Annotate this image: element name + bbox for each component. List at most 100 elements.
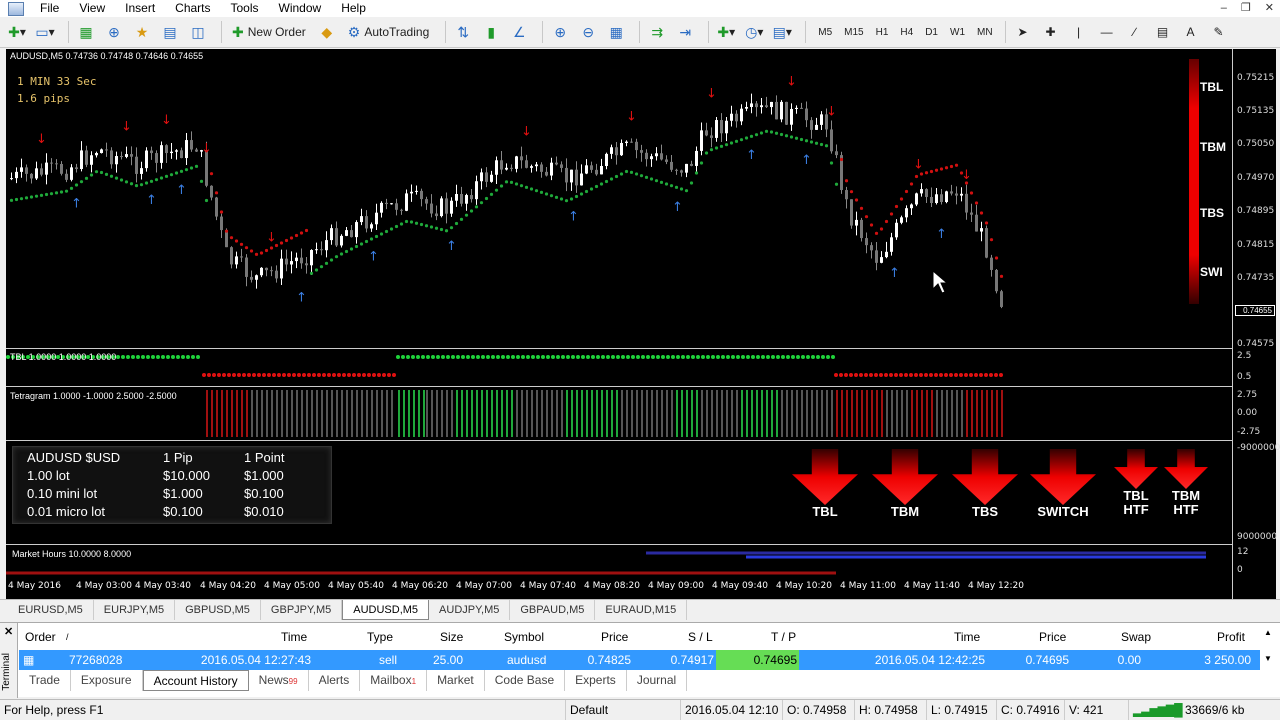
terminal-tab[interactable]: Trade [19, 670, 71, 691]
candle [805, 108, 808, 121]
histogram-bar [306, 390, 308, 437]
profiles-button[interactable]: ▭ ▾ [34, 21, 56, 43]
col-close-price[interactable]: Price [1039, 627, 1066, 647]
periods-button[interactable]: ◷ ▾ [743, 21, 765, 43]
col-type[interactable]: Type [367, 627, 393, 647]
timeframe-m15[interactable]: M15 [838, 27, 869, 38]
scroll-up-icon[interactable]: ▲ [1264, 627, 1276, 639]
menu-help[interactable]: Help [331, 0, 376, 17]
new-order-button[interactable]: ✚ New Order [228, 21, 310, 43]
autoscroll-button[interactable]: ⇉ [646, 21, 668, 43]
tetragram-pane[interactable] [6, 387, 1232, 440]
menu-view[interactable]: View [69, 0, 115, 17]
chart-tab[interactable]: GBPJPY,M5 [261, 600, 343, 620]
minimize-icon[interactable]: – [1221, 0, 1227, 17]
terminal-tab[interactable]: Exposure [71, 670, 143, 691]
chart-tab[interactable]: GBPUSD,M5 [175, 600, 261, 620]
terminal-tab[interactable]: Mailbox1 [360, 670, 428, 691]
text-tool[interactable]: A [1180, 21, 1202, 43]
time-axis[interactable]: 4 May 2016 4 May 03:00 4 May 03:40 4 May 04… [6, 579, 1232, 599]
chart-tab[interactable]: EURAUD,M15 [595, 600, 688, 620]
terminal-tab[interactable]: Code Base [485, 670, 566, 691]
col-swap[interactable]: Swap [1121, 627, 1151, 647]
data-window-button[interactable]: ⊕ [103, 21, 125, 43]
timeframe-mn[interactable]: MN [971, 27, 999, 38]
terminal-tab[interactable]: Account History [142, 670, 249, 691]
trend-dot [504, 180, 509, 184]
timeframe-d1[interactable]: D1 [919, 27, 944, 38]
menu-charts[interactable]: Charts [165, 0, 220, 17]
vertical-line-tool[interactable]: | [1068, 21, 1090, 43]
chart-shift-button[interactable]: ⇥ [674, 21, 696, 43]
terminal-tab[interactable]: Market [427, 670, 485, 691]
timeframe-w1[interactable]: W1 [944, 27, 971, 38]
col-price[interactable]: Price [601, 627, 628, 647]
market-watch-button[interactable]: ▦ [75, 21, 97, 43]
scroll-down-icon[interactable]: ▼ [1264, 653, 1276, 665]
col-time[interactable]: Time [281, 627, 307, 647]
pane-divider[interactable] [6, 440, 1232, 441]
price-scale[interactable]: 0.75215 0.75135 0.75050 0.74970 0.74895 … [1232, 49, 1280, 599]
chart-tab[interactable]: EURUSD,M5 [8, 600, 94, 620]
navigator-button[interactable]: ★ [131, 21, 153, 43]
chart-tab[interactable]: AUDJPY,M5 [429, 600, 511, 620]
tbl-dot [826, 355, 830, 359]
bar-chart-button[interactable]: ⇅ [452, 21, 474, 43]
timeframe-m5[interactable]: M5 [812, 27, 838, 38]
status-profile[interactable]: Default [565, 700, 675, 720]
label-tool[interactable]: ✎ [1208, 21, 1230, 43]
menu-tools[interactable]: Tools [221, 0, 269, 17]
line-chart-button[interactable]: ∠ [508, 21, 530, 43]
cursor-tool[interactable]: ➤ [1012, 21, 1034, 43]
market-hours-pane[interactable] [6, 545, 1232, 579]
metaeditor-button[interactable]: ◆ [316, 21, 338, 43]
menu-insert[interactable]: Insert [115, 0, 165, 17]
tbl-indicator-pane[interactable] [6, 349, 1232, 385]
menu-file[interactable]: File [30, 0, 69, 17]
tile-windows-button[interactable]: ▦ [605, 21, 627, 43]
col-symbol[interactable]: Symbol [504, 627, 544, 647]
autotrading-button[interactable]: ⚙ AutoTrading [344, 21, 434, 43]
close-terminal-icon[interactable]: ✕ [4, 625, 13, 638]
indicators-button[interactable]: ✚ ▾ [715, 21, 737, 43]
chart-tab[interactable]: AUDUSD,M5 [342, 600, 430, 620]
terminal-button[interactable]: ▤ [159, 21, 181, 43]
status-connection[interactable]: ▂▃▅▆▇█ 33669/6 kb [1128, 700, 1278, 720]
close-icon[interactable]: ✕ [1265, 0, 1274, 17]
col-profit[interactable]: Profit [1217, 627, 1245, 647]
zoom-in-button[interactable]: ⊕ [549, 21, 571, 43]
table-row[interactable]: ▦ 77268028 2016.05.04 12:27:43 sell 25.0… [19, 650, 1260, 670]
terminal-tab[interactable]: Journal [627, 670, 688, 691]
col-size[interactable]: Size [440, 627, 463, 647]
chart-tab[interactable]: GBPAUD,M5 [510, 600, 596, 620]
col-sl[interactable]: S / L [688, 627, 713, 647]
candle [750, 103, 753, 107]
menu-window[interactable]: Window [269, 0, 332, 17]
price-chart[interactable]: ↑ ↑ ↑ ↑ ↑ ↑ ↑ ↑ ↑ ↑ ↑ ↑ ↓ ↓ ↓ ↓ ↓ ↓ ↓ ↓ ↓ ↓ ↓ ↓ [6, 49, 1232, 349]
restore-icon[interactable]: ❐ [1241, 0, 1251, 17]
chart-tab[interactable]: EURJPY,M5 [94, 600, 176, 620]
horizontal-line-tool[interactable]: — [1096, 21, 1118, 43]
trendline-tool[interactable]: ∕ [1124, 21, 1146, 43]
chart-window[interactable]: ↑ ↑ ↑ ↑ ↑ ↑ ↑ ↑ ↑ ↑ ↑ ↑ ↓ ↓ ↓ ↓ ↓ ↓ ↓ ↓ ↓ ↓ ↓ ↓ AUDUSD,M5 0.747… [6, 49, 1280, 599]
templates-button[interactable]: ▤ ▾ [771, 21, 793, 43]
timeframe-h1[interactable]: H1 [870, 27, 895, 38]
timeframe-h4[interactable]: H4 [894, 27, 919, 38]
terminal-tab[interactable]: Alerts [309, 670, 361, 691]
col-tp[interactable]: T / P [771, 627, 796, 647]
terminal-tab[interactable]: Experts [565, 670, 627, 691]
terminal-tab[interactable]: News99 [249, 670, 309, 691]
trend-dot [939, 167, 944, 171]
tbl-dot [217, 373, 221, 377]
col-close-time[interactable]: Time [954, 627, 980, 647]
new-chart-button[interactable]: ✚ ▾ [6, 21, 28, 43]
terminal-scrollbar[interactable]: ▲ ▼ [1264, 627, 1276, 671]
histogram-bar [331, 390, 333, 437]
channel-tool[interactable]: ▤ [1152, 21, 1174, 43]
zoom-out-button[interactable]: ⊖ [577, 21, 599, 43]
tester-button[interactable]: ◫ [187, 21, 209, 43]
candle-chart-button[interactable]: ▮ [480, 21, 502, 43]
tbl-dot [944, 373, 948, 377]
crosshair-tool[interactable]: ✚ [1040, 21, 1062, 43]
col-order[interactable]: Order [25, 627, 56, 647]
